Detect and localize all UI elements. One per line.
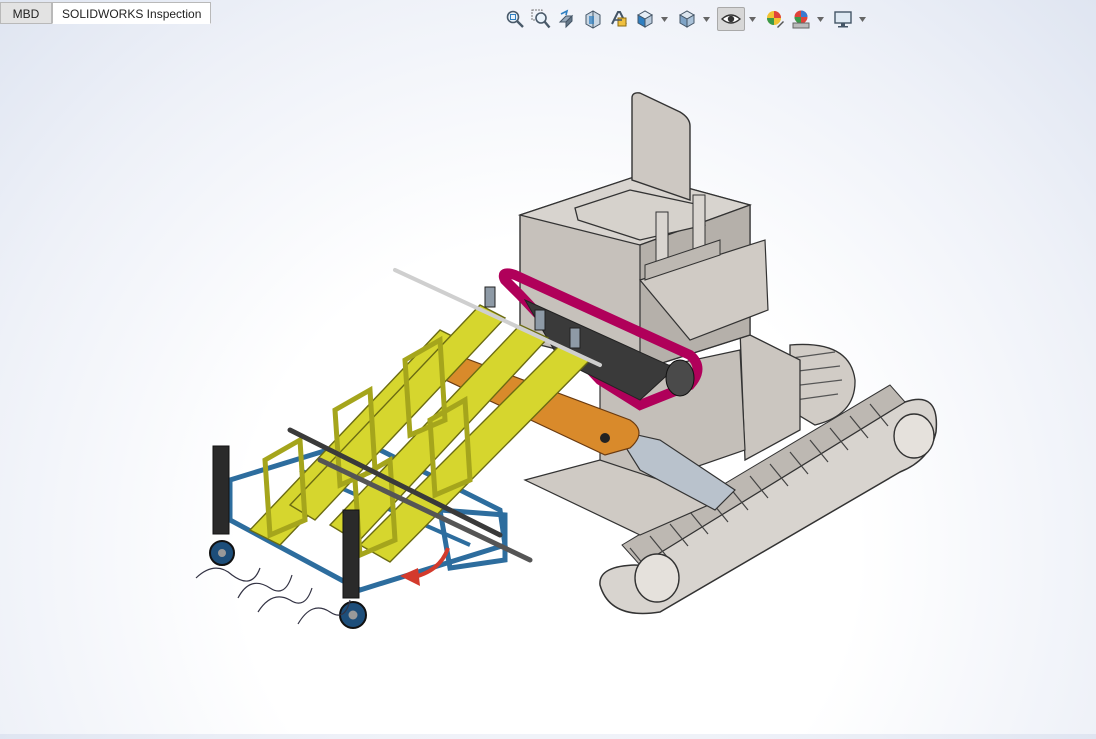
chevron-down-icon [660,16,668,22]
section-view-icon [585,10,601,29]
pickup-tines[interactable] [195,567,351,625]
zoom-to-area-button[interactable] [529,7,553,31]
view-settings-button[interactable] [831,7,855,31]
zoom-to-fit-icon [506,10,524,28]
edit-appearance-icon [767,11,784,28]
view-orientation-dropdown[interactable] [659,7,669,31]
display-style-icon [678,10,696,28]
operator-seat[interactable] [574,92,706,241]
view-settings-dropdown[interactable] [857,7,867,31]
edit-appearance-button[interactable] [763,7,787,31]
hide-show-items-button[interactable] [717,7,745,31]
section-view-button[interactable] [581,7,605,31]
dynamic-annotation-views-button[interactable] [607,7,631,31]
chevron-down-icon [858,16,866,22]
apply-scene-button[interactable] [789,7,813,31]
previous-view-icon [558,9,574,29]
display-style-dropdown[interactable] [701,7,711,31]
tab-solidworks-inspection[interactable]: SOLIDWORKS Inspection [52,2,212,24]
hide-show-items-icon [721,14,741,24]
chevron-down-icon [702,16,710,22]
view-orientation-button[interactable] [633,7,657,31]
apply-scene-icon [792,10,810,29]
heads-up-view-toolbar [503,6,873,32]
tab-bar: MBD SOLIDWORKS Inspection [0,2,212,26]
view-orientation-icon [636,10,654,28]
vehicle-model[interactable] [0,30,1096,734]
zoom-to-area-icon [531,9,551,29]
graphics-area[interactable] [0,30,1096,734]
chevron-down-icon [816,16,824,22]
display-style-button[interactable] [675,7,699,31]
hide-show-items-dropdown[interactable] [747,7,757,31]
previous-view-button[interactable] [555,7,579,31]
tab-mbd[interactable]: MBD [0,2,52,24]
zoom-to-fit-button[interactable] [503,7,527,31]
apply-scene-dropdown[interactable] [815,7,825,31]
view-settings-icon [834,11,852,28]
chevron-down-icon [748,16,756,22]
dynamic-annotation-views-icon [611,11,627,27]
